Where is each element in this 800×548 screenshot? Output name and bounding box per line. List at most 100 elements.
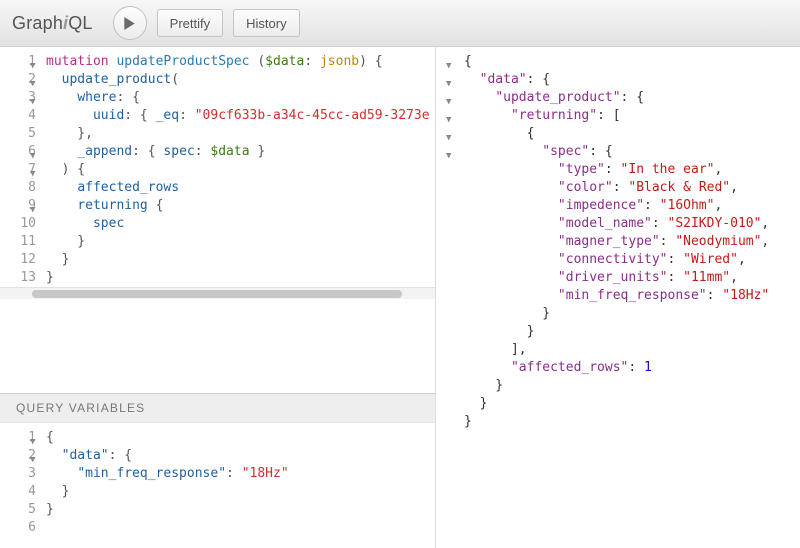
line-gutter: 1▼2▼3456 (0, 429, 40, 537)
line-number: ▼ (444, 53, 458, 71)
line-number: ▼ (444, 143, 458, 161)
code-line: } (46, 233, 430, 251)
code-line: } (46, 269, 430, 287)
code-line: ) { (46, 161, 430, 179)
code-line: } (464, 305, 769, 323)
line-number: 7▼ (0, 161, 36, 179)
horizontal-scrollbar[interactable] (0, 287, 435, 299)
code-area[interactable]: mutation updateProductSpec ($data: jsonb… (40, 53, 430, 287)
code-line: _append: { spec: $data } (46, 143, 430, 161)
variables-editor[interactable]: 1▼2▼3456{ "data": { "min_freq_response":… (0, 423, 435, 548)
query-variables-header[interactable]: QUERY VARIABLES (0, 393, 435, 423)
code-line: "type": "In the ear", (464, 161, 769, 179)
code-line: where: { (46, 89, 430, 107)
code-line: } (46, 251, 430, 269)
line-number (444, 215, 458, 233)
prettify-button[interactable]: Prettify (157, 9, 223, 37)
line-number: 3 (0, 465, 36, 483)
line-number: 12 (0, 251, 36, 269)
code-line: "magner_type": "Neodymium", (464, 233, 769, 251)
query-editor[interactable]: 1▼2▼3▼456▼7▼89▼10111213 mutation updatePr… (0, 47, 435, 393)
history-button[interactable]: History (233, 9, 299, 37)
line-number (444, 197, 458, 215)
line-number: ▼ (444, 89, 458, 107)
code-area[interactable]: { "data": { "min_freq_response": "18Hz" … (40, 429, 289, 537)
code-line: "returning": [ (464, 107, 769, 125)
line-number (444, 377, 458, 395)
execute-button[interactable] (113, 6, 147, 40)
code-line: { (464, 125, 769, 143)
line-number: 2▼ (0, 71, 36, 89)
line-number: 9▼ (0, 197, 36, 215)
line-number (444, 395, 458, 413)
code-line (46, 519, 289, 537)
line-number: 10 (0, 215, 36, 233)
line-gutter: 1▼2▼3▼456▼7▼89▼10111213 (0, 53, 40, 287)
line-number: 5 (0, 501, 36, 519)
line-number: 1▼ (0, 53, 36, 71)
line-number (444, 359, 458, 377)
app-logo: GraphiQL (12, 13, 93, 34)
line-number (444, 251, 458, 269)
line-number: ▼ (444, 107, 458, 125)
line-number: 6▼ (0, 143, 36, 161)
line-number: 11 (0, 233, 36, 251)
line-number (444, 341, 458, 359)
code-line: returning { (46, 197, 430, 215)
code-line: update_product( (46, 71, 430, 89)
code-line: "update_product": { (464, 89, 769, 107)
line-number: 4 (0, 483, 36, 501)
line-number: 6 (0, 519, 36, 537)
line-number (444, 413, 458, 431)
code-line: { (464, 53, 769, 71)
code-line: affected_rows (46, 179, 430, 197)
line-number (444, 233, 458, 251)
line-number (444, 323, 458, 341)
code-line: "color": "Black & Red", (464, 179, 769, 197)
line-number: ▼ (444, 71, 458, 89)
code-line: ], (464, 341, 769, 359)
code-line: "min_freq_response": "18Hz" (464, 287, 769, 305)
code-line: mutation updateProductSpec ($data: jsonb… (46, 53, 430, 71)
logo-text: Graph (12, 13, 63, 33)
code-line: uuid: { _eq: "09cf633b-a34c-45cc-ad59-32… (46, 107, 430, 125)
toolbar: GraphiQL Prettify History (0, 0, 800, 47)
code-line: "data": { (46, 447, 289, 465)
line-number (444, 161, 458, 179)
code-line: } (464, 377, 769, 395)
line-number: 2▼ (0, 447, 36, 465)
line-number: 5 (0, 125, 36, 143)
line-number: 8 (0, 179, 36, 197)
line-number (444, 305, 458, 323)
code-line: spec (46, 215, 430, 233)
code-line: "affected_rows": 1 (464, 359, 769, 377)
line-number (444, 287, 458, 305)
line-number: ▼ (444, 125, 458, 143)
scrollbar-thumb[interactable] (32, 290, 402, 298)
code-area[interactable]: { "data": { "update_product": { "returni… (458, 53, 769, 431)
code-line: "model_name": "S2IKDY-010", (464, 215, 769, 233)
line-number (444, 179, 458, 197)
code-line: }, (46, 125, 430, 143)
code-line: "data": { (464, 71, 769, 89)
line-number (444, 269, 458, 287)
code-line: "impedence": "16Ohm", (464, 197, 769, 215)
result-pane: ▼▼▼▼▼▼{ "data": { "update_product": { "r… (436, 47, 800, 548)
play-icon (123, 17, 136, 30)
code-line: "spec": { (464, 143, 769, 161)
code-line: { (46, 429, 289, 447)
line-gutter: ▼▼▼▼▼▼ (444, 53, 458, 431)
code-line: "driver_units": "11mm", (464, 269, 769, 287)
code-line: } (46, 483, 289, 501)
main-split: 1▼2▼3▼456▼7▼89▼10111213mutation updatePr… (0, 47, 800, 548)
line-number: 1▼ (0, 429, 36, 447)
editor-column: 1▼2▼3▼456▼7▼89▼10111213mutation updatePr… (0, 47, 436, 548)
logo-text: QL (68, 13, 92, 33)
code-line: } (46, 501, 289, 519)
code-line: "min_freq_response": "18Hz" (46, 465, 289, 483)
line-number: 13 (0, 269, 36, 287)
line-number: 4 (0, 107, 36, 125)
code-line: } (464, 323, 769, 341)
code-line: } (464, 413, 769, 431)
line-number: 3▼ (0, 89, 36, 107)
